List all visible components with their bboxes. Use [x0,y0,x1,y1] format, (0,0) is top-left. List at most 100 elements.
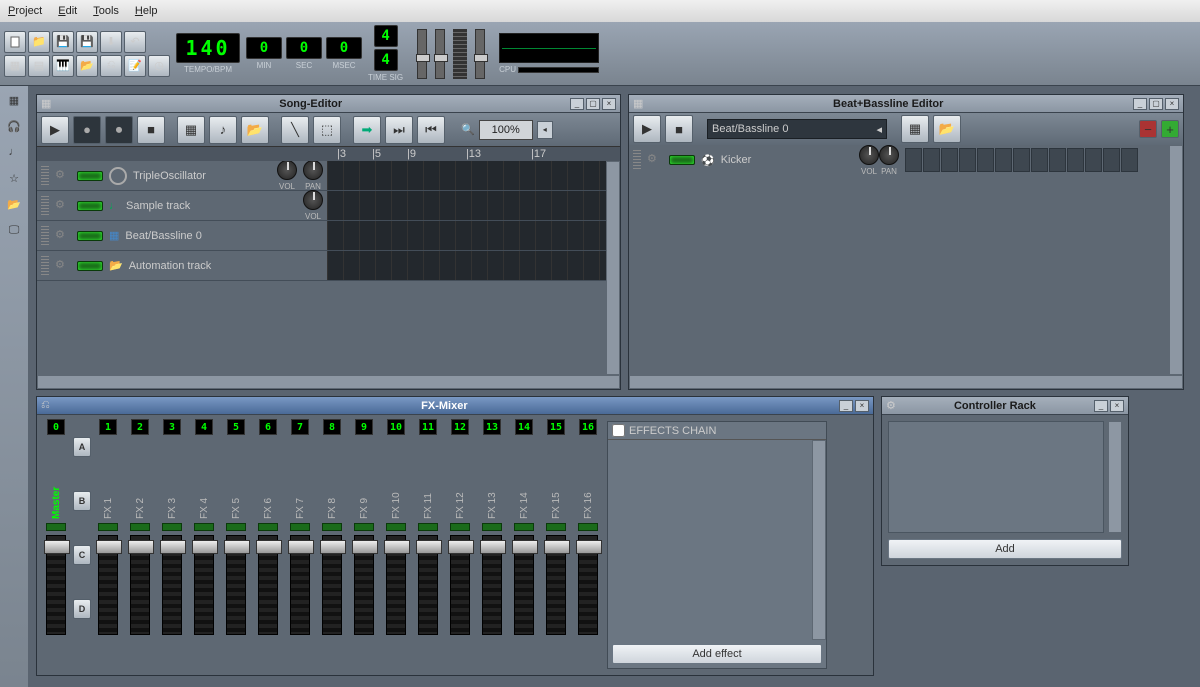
fx-fader[interactable] [258,535,278,635]
bb-step[interactable] [1121,148,1138,172]
sidebar-favorites-icon[interactable]: ☆ [4,168,24,188]
fx-led[interactable] [98,523,118,531]
bb-step[interactable] [1103,148,1120,172]
fx-channel[interactable]: 9FX 9 [349,419,379,671]
remove-step-button[interactable]: − [1139,120,1157,138]
track-name[interactable]: Beat/Bassline 0 [125,230,201,242]
gear-icon[interactable]: ⚙ [55,168,71,184]
fx-channel[interactable]: 3FX 3 [157,419,187,671]
bb-editor-titlebar[interactable]: ▦ Beat+Bassline Editor _ ▢ × [629,95,1183,113]
fx-fader[interactable] [482,535,502,635]
fx-fader[interactable] [322,535,342,635]
bb-step[interactable] [995,148,1012,172]
track-area[interactable] [327,251,606,280]
fx-channel[interactable]: 5FX 5 [221,419,251,671]
grip-icon[interactable] [633,150,641,170]
scrollbar-v[interactable] [1169,145,1183,375]
add-steps-button[interactable]: ▦ [901,115,929,143]
track-area[interactable] [327,191,606,220]
fx-fader[interactable] [290,535,310,635]
mute-led[interactable] [77,201,103,211]
bb-step[interactable] [941,148,958,172]
mute-led[interactable] [669,155,695,165]
new-project-button[interactable] [4,31,26,53]
fx-fader[interactable] [98,535,118,635]
scrollbar-h[interactable] [37,375,620,389]
master-volume-slider[interactable] [417,29,427,79]
fx-channel[interactable]: 10FX 10 [381,419,411,671]
fx-fader[interactable] [130,535,150,635]
bb-step[interactable] [923,148,940,172]
bb-step[interactable] [977,148,994,172]
fx-fader[interactable] [450,535,470,635]
zoom-level[interactable]: 100% [479,120,533,140]
fx-fader[interactable] [46,535,66,635]
scrollbar-v[interactable] [606,161,620,375]
track-name[interactable]: Sample track [126,200,190,212]
fx-channel[interactable]: 1FX 1 [93,419,123,671]
mute-led[interactable] [77,231,103,241]
grip-icon[interactable] [41,256,49,276]
bb-editor-button[interactable]: ▦ [4,55,26,77]
grip-icon[interactable] [41,196,49,216]
fx-channel[interactable]: 2FX 2 [125,419,155,671]
track-name[interactable]: TripleOscillator [133,170,206,182]
piano-roll-button[interactable]: 🎹 [52,55,74,77]
instrument-icon[interactable] [109,167,127,185]
sidebar-instruments-icon[interactable]: ▦ [4,90,24,110]
fx-fader[interactable] [546,535,566,635]
fx-led[interactable] [226,523,246,531]
stop-button[interactable]: ■ [665,115,693,143]
notes-button[interactable]: 📝 [124,55,146,77]
selection-mode-button[interactable]: ⬚ [313,116,341,144]
add-effect-button[interactable]: Add effect [612,644,822,664]
fx-channel[interactable]: 7FX 7 [285,419,315,671]
track-name[interactable]: Automation track [129,260,212,272]
automation-editor-button[interactable]: 📂 [76,55,98,77]
fx-led[interactable] [450,523,470,531]
open-button[interactable]: 📁 [28,31,50,53]
vol-knob[interactable] [303,190,323,210]
fx-channel[interactable]: 16FX 16 [573,419,603,671]
gear-icon[interactable]: ⚙ [55,228,71,244]
fx-channel[interactable]: 8FX 8 [317,419,347,671]
send-b-button[interactable]: B [73,491,91,511]
fx-channel[interactable]: 6FX 6 [253,419,283,671]
minimize-button[interactable]: _ [839,400,853,412]
bb-step[interactable] [1085,148,1102,172]
fx-led[interactable] [162,523,182,531]
add-automation-button[interactable]: 📂 [241,116,269,144]
add-step-button[interactable]: + [1161,120,1179,138]
sidebar-projects-icon[interactable]: 📂 [4,194,24,214]
skip-start-button[interactable]: ⏮ [417,116,445,144]
song-editor-button[interactable]: ▤ [28,55,50,77]
track-area[interactable] [327,161,606,190]
fx-led[interactable] [578,523,598,531]
scrollbar-v[interactable] [812,440,826,640]
fx-led[interactable] [322,523,342,531]
play-button[interactable]: ▶ [633,115,661,143]
mute-led[interactable] [77,171,103,181]
minimize-button[interactable]: _ [1094,400,1108,412]
song-editor-titlebar[interactable]: ▦ Song-Editor _ ▢ × [37,95,620,113]
fx-fader[interactable] [226,535,246,635]
fx-channel[interactable]: 14FX 14 [509,419,539,671]
fx-channel[interactable]: 12FX 12 [445,419,475,671]
close-button[interactable]: × [1110,400,1124,412]
pattern-select[interactable]: Beat/Bassline 0◂ [707,119,887,139]
save-button[interactable]: 💾 [52,31,74,53]
fx-led[interactable] [194,523,214,531]
send-a-button[interactable]: A [73,437,91,457]
grip-icon[interactable] [41,226,49,246]
fx-fader[interactable] [418,535,438,635]
add-sample-track-button[interactable]: ♪ [209,116,237,144]
send-c-button[interactable]: C [73,545,91,565]
close-button[interactable]: × [1165,98,1179,110]
fx-channel-master[interactable]: 0 Master [41,419,71,671]
fx-fader[interactable] [578,535,598,635]
forward-button[interactable]: ➡ [353,116,381,144]
bb-step[interactable] [1067,148,1084,172]
fx-led[interactable] [258,523,278,531]
record-accompany-button[interactable]: ⏺ [105,116,133,144]
gear-icon[interactable]: ⚙ [55,258,71,274]
